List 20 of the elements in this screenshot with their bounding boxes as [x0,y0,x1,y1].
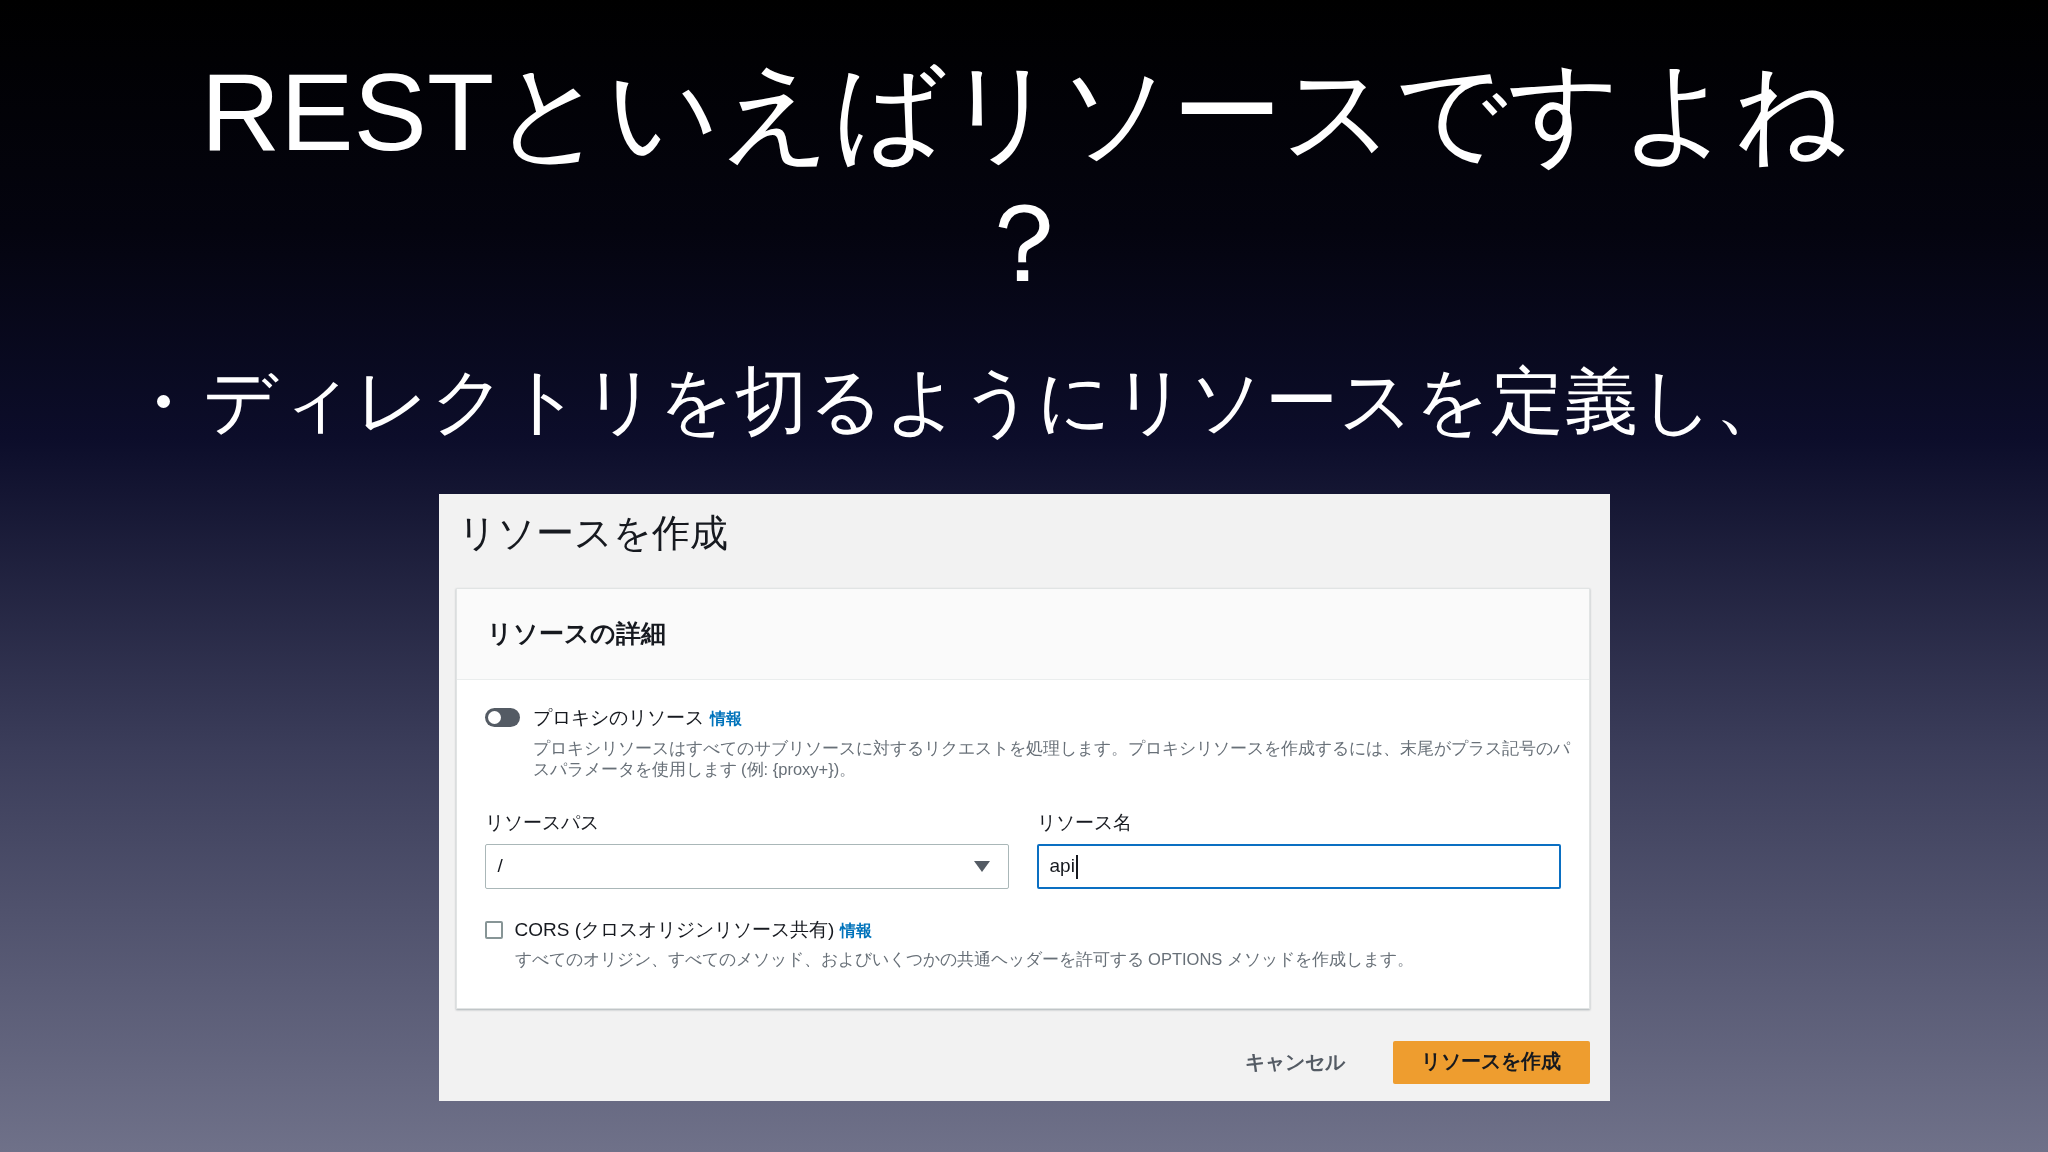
toggle-switch[interactable] [484,708,520,727]
cancel-button[interactable]: キャンセル [1242,1039,1347,1085]
dialog-title: リソースを作成 [457,511,729,556]
checkbox[interactable] [484,921,503,939]
info-link[interactable]: 情報 [840,919,873,943]
info-link[interactable]: 情報 [709,707,742,731]
text-cursor-icon [1075,854,1078,879]
field-label: リソースパス [484,811,600,835]
bullet-text: ディレクトリを切るようにリソースを定義し、 [203,359,1789,443]
slide-title: RESTといえばリソースですよね？ [199,49,1849,306]
checkbox-label: CORS (クロスオリジンリソース共有) [514,919,835,941]
toggle-label: プロキシのリソース [532,707,704,729]
caret-icon [973,861,990,872]
toggle-description: プロキシリソースはすべてのサブリソースに対するリクエストを処理します。プロキシリソースを作成するには、末尾がプラス記号のパスパラメータを使用します (例: {proxy+})。 [532,738,1571,780]
section-title: リソースの詳細 [486,618,666,650]
create-resource-button[interactable]: リソースを作成 [1392,1040,1590,1084]
field-label: リソース名 [1036,811,1133,835]
input-field[interactable]: api [1036,844,1561,889]
checkbox-description: すべてのオリジン、すべてのメソッド、およびいくつかの共通ヘッダーを許可する OPTIONS メソッドを作成します。 [514,949,1414,970]
select-field[interactable]: / [484,844,1009,889]
